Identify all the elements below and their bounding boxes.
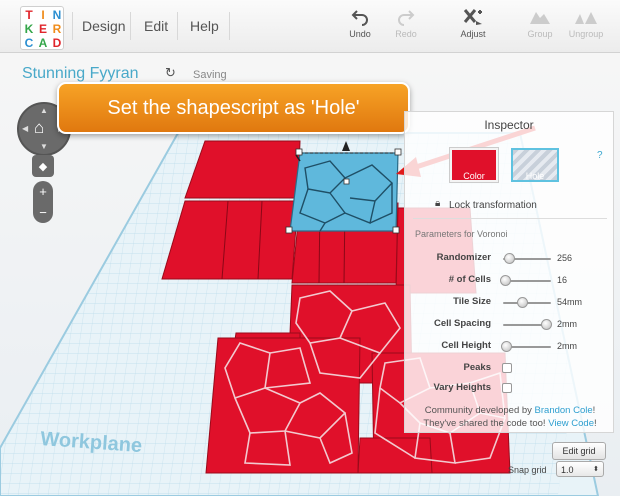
help-link[interactable]: ? bbox=[597, 150, 603, 161]
workspace[interactable]: Workplane Stunning Fyyran ↻ Saving ▲ ▼ ◀… bbox=[0, 53, 620, 496]
orbit-down-icon[interactable]: ▼ bbox=[40, 142, 48, 151]
hole-label: Hole bbox=[525, 171, 545, 181]
checkbox-label: Peaks bbox=[463, 362, 491, 373]
shared-text: ! bbox=[594, 418, 597, 429]
logo-letter: K bbox=[24, 22, 34, 36]
adjust-button[interactable]: Adjust bbox=[451, 8, 495, 39]
redo-button[interactable]: Redo bbox=[384, 8, 428, 39]
logo-letter: T bbox=[25, 8, 33, 22]
community-credit: Community developed by Brandon Cole! The… bbox=[411, 404, 609, 430]
ungroup-button[interactable]: Ungroup bbox=[564, 8, 608, 39]
slider-knob[interactable] bbox=[517, 297, 529, 308]
menu-divider bbox=[177, 12, 178, 40]
color-label: Color bbox=[463, 171, 485, 181]
param-checkbox[interactable] bbox=[502, 383, 512, 393]
undo-button[interactable]: Undo bbox=[338, 8, 382, 39]
params-title: Parameters for Voronoi bbox=[415, 229, 508, 239]
lock-label: Lock transformation bbox=[449, 200, 537, 211]
param-label: Randomizer bbox=[436, 252, 491, 263]
snap-grid-select[interactable]: 1.0 ⬍ bbox=[556, 461, 604, 477]
ungroup-label: Ungroup bbox=[568, 29, 604, 39]
undo-label: Undo bbox=[349, 29, 371, 39]
snap-grid-value: 1.0 bbox=[561, 465, 574, 475]
orbit-up-icon[interactable]: ▲ bbox=[40, 106, 48, 115]
param-value[interactable]: 16 bbox=[557, 275, 567, 285]
logo-letter: D bbox=[52, 36, 62, 50]
menu-help[interactable]: Help bbox=[190, 18, 219, 34]
chevron-updown-icon: ⬍ bbox=[593, 466, 599, 473]
top-toolbar: TIN KER CAD Design Edit Help Undo Redo Adj… bbox=[0, 0, 620, 53]
menu-design[interactable]: Design bbox=[82, 18, 126, 34]
menu-divider bbox=[130, 12, 131, 40]
slider-knob[interactable] bbox=[500, 341, 512, 352]
author-link[interactable]: Brandon Cole bbox=[535, 405, 593, 416]
redo-icon bbox=[398, 10, 415, 26]
hole-button[interactable]: Hole bbox=[511, 148, 559, 182]
param-label: Tile Size bbox=[453, 296, 491, 307]
color-button[interactable]: Color bbox=[449, 147, 499, 183]
menu-divider bbox=[72, 12, 73, 40]
param-label: # of Cells bbox=[448, 274, 491, 285]
menu-edit[interactable]: Edit bbox=[144, 18, 168, 34]
ungroup-icon bbox=[575, 12, 597, 24]
checkbox-label: Vary Heights bbox=[433, 382, 491, 393]
view-code-link[interactable]: View Code bbox=[548, 418, 594, 429]
adjust-label: Adjust bbox=[460, 29, 486, 39]
lock-icon[interactable]: 🔒︎ bbox=[435, 198, 440, 209]
shared-text: They've shared the code too! bbox=[423, 418, 549, 429]
credit-text: ! bbox=[592, 405, 596, 416]
zoom-out-button[interactable]: − bbox=[33, 202, 53, 223]
logo-letter: C bbox=[24, 36, 34, 50]
design-title[interactable]: Stunning Fyyran bbox=[22, 65, 139, 83]
param-label: Cell Spacing bbox=[433, 318, 491, 329]
tinkercad-logo[interactable]: TIN KER CAD bbox=[20, 6, 64, 50]
divider bbox=[413, 218, 607, 219]
param-value[interactable]: 256 bbox=[557, 253, 572, 263]
adjust-icon bbox=[463, 9, 482, 25]
snap-grid-label: Snap grid bbox=[508, 465, 547, 475]
inspector-panel: Inspector Color Hole ? Lock transformati… bbox=[404, 111, 614, 433]
logo-letter: A bbox=[38, 36, 48, 50]
menu-divider bbox=[229, 12, 230, 40]
param-label: Cell Height bbox=[441, 340, 491, 351]
zoom-control: + − bbox=[33, 181, 53, 223]
logo-letter: N bbox=[52, 8, 62, 22]
logo-letter: I bbox=[41, 8, 45, 22]
lock-transformation[interactable]: Lock transformation bbox=[449, 200, 537, 211]
group-icon bbox=[530, 12, 550, 24]
zoom-in-button[interactable]: + bbox=[33, 181, 53, 202]
selected-hole-shape[interactable] bbox=[285, 141, 402, 234]
slider-knob[interactable] bbox=[503, 253, 515, 264]
orbit-left-icon[interactable]: ◀ bbox=[22, 124, 28, 133]
logo-letter: R bbox=[52, 22, 62, 36]
logo-letter: E bbox=[38, 22, 47, 36]
save-status: Saving bbox=[193, 69, 227, 81]
inspector-title: Inspector bbox=[484, 118, 534, 132]
redo-label: Redo bbox=[395, 29, 417, 39]
undo-icon bbox=[351, 10, 368, 26]
credit-text: Community developed by bbox=[424, 405, 535, 416]
edit-grid-button[interactable]: Edit grid bbox=[552, 442, 606, 460]
home-view-icon[interactable]: ⌂ bbox=[34, 118, 44, 138]
refresh-icon[interactable]: ↻ bbox=[165, 65, 176, 81]
slider-knob[interactable] bbox=[500, 275, 512, 286]
instruction-callout: Set the shapescript as 'Hole' bbox=[57, 82, 410, 134]
group-button[interactable]: Group bbox=[518, 8, 562, 39]
param-value[interactable]: 2mm bbox=[557, 341, 577, 351]
view-cube-icon[interactable]: ◆ bbox=[32, 155, 54, 177]
group-label: Group bbox=[527, 29, 553, 39]
param-checkbox[interactable] bbox=[502, 363, 512, 373]
param-value[interactable]: 2mm bbox=[557, 319, 577, 329]
param-value[interactable]: 54mm bbox=[557, 297, 582, 307]
slider-knob[interactable] bbox=[541, 319, 553, 330]
